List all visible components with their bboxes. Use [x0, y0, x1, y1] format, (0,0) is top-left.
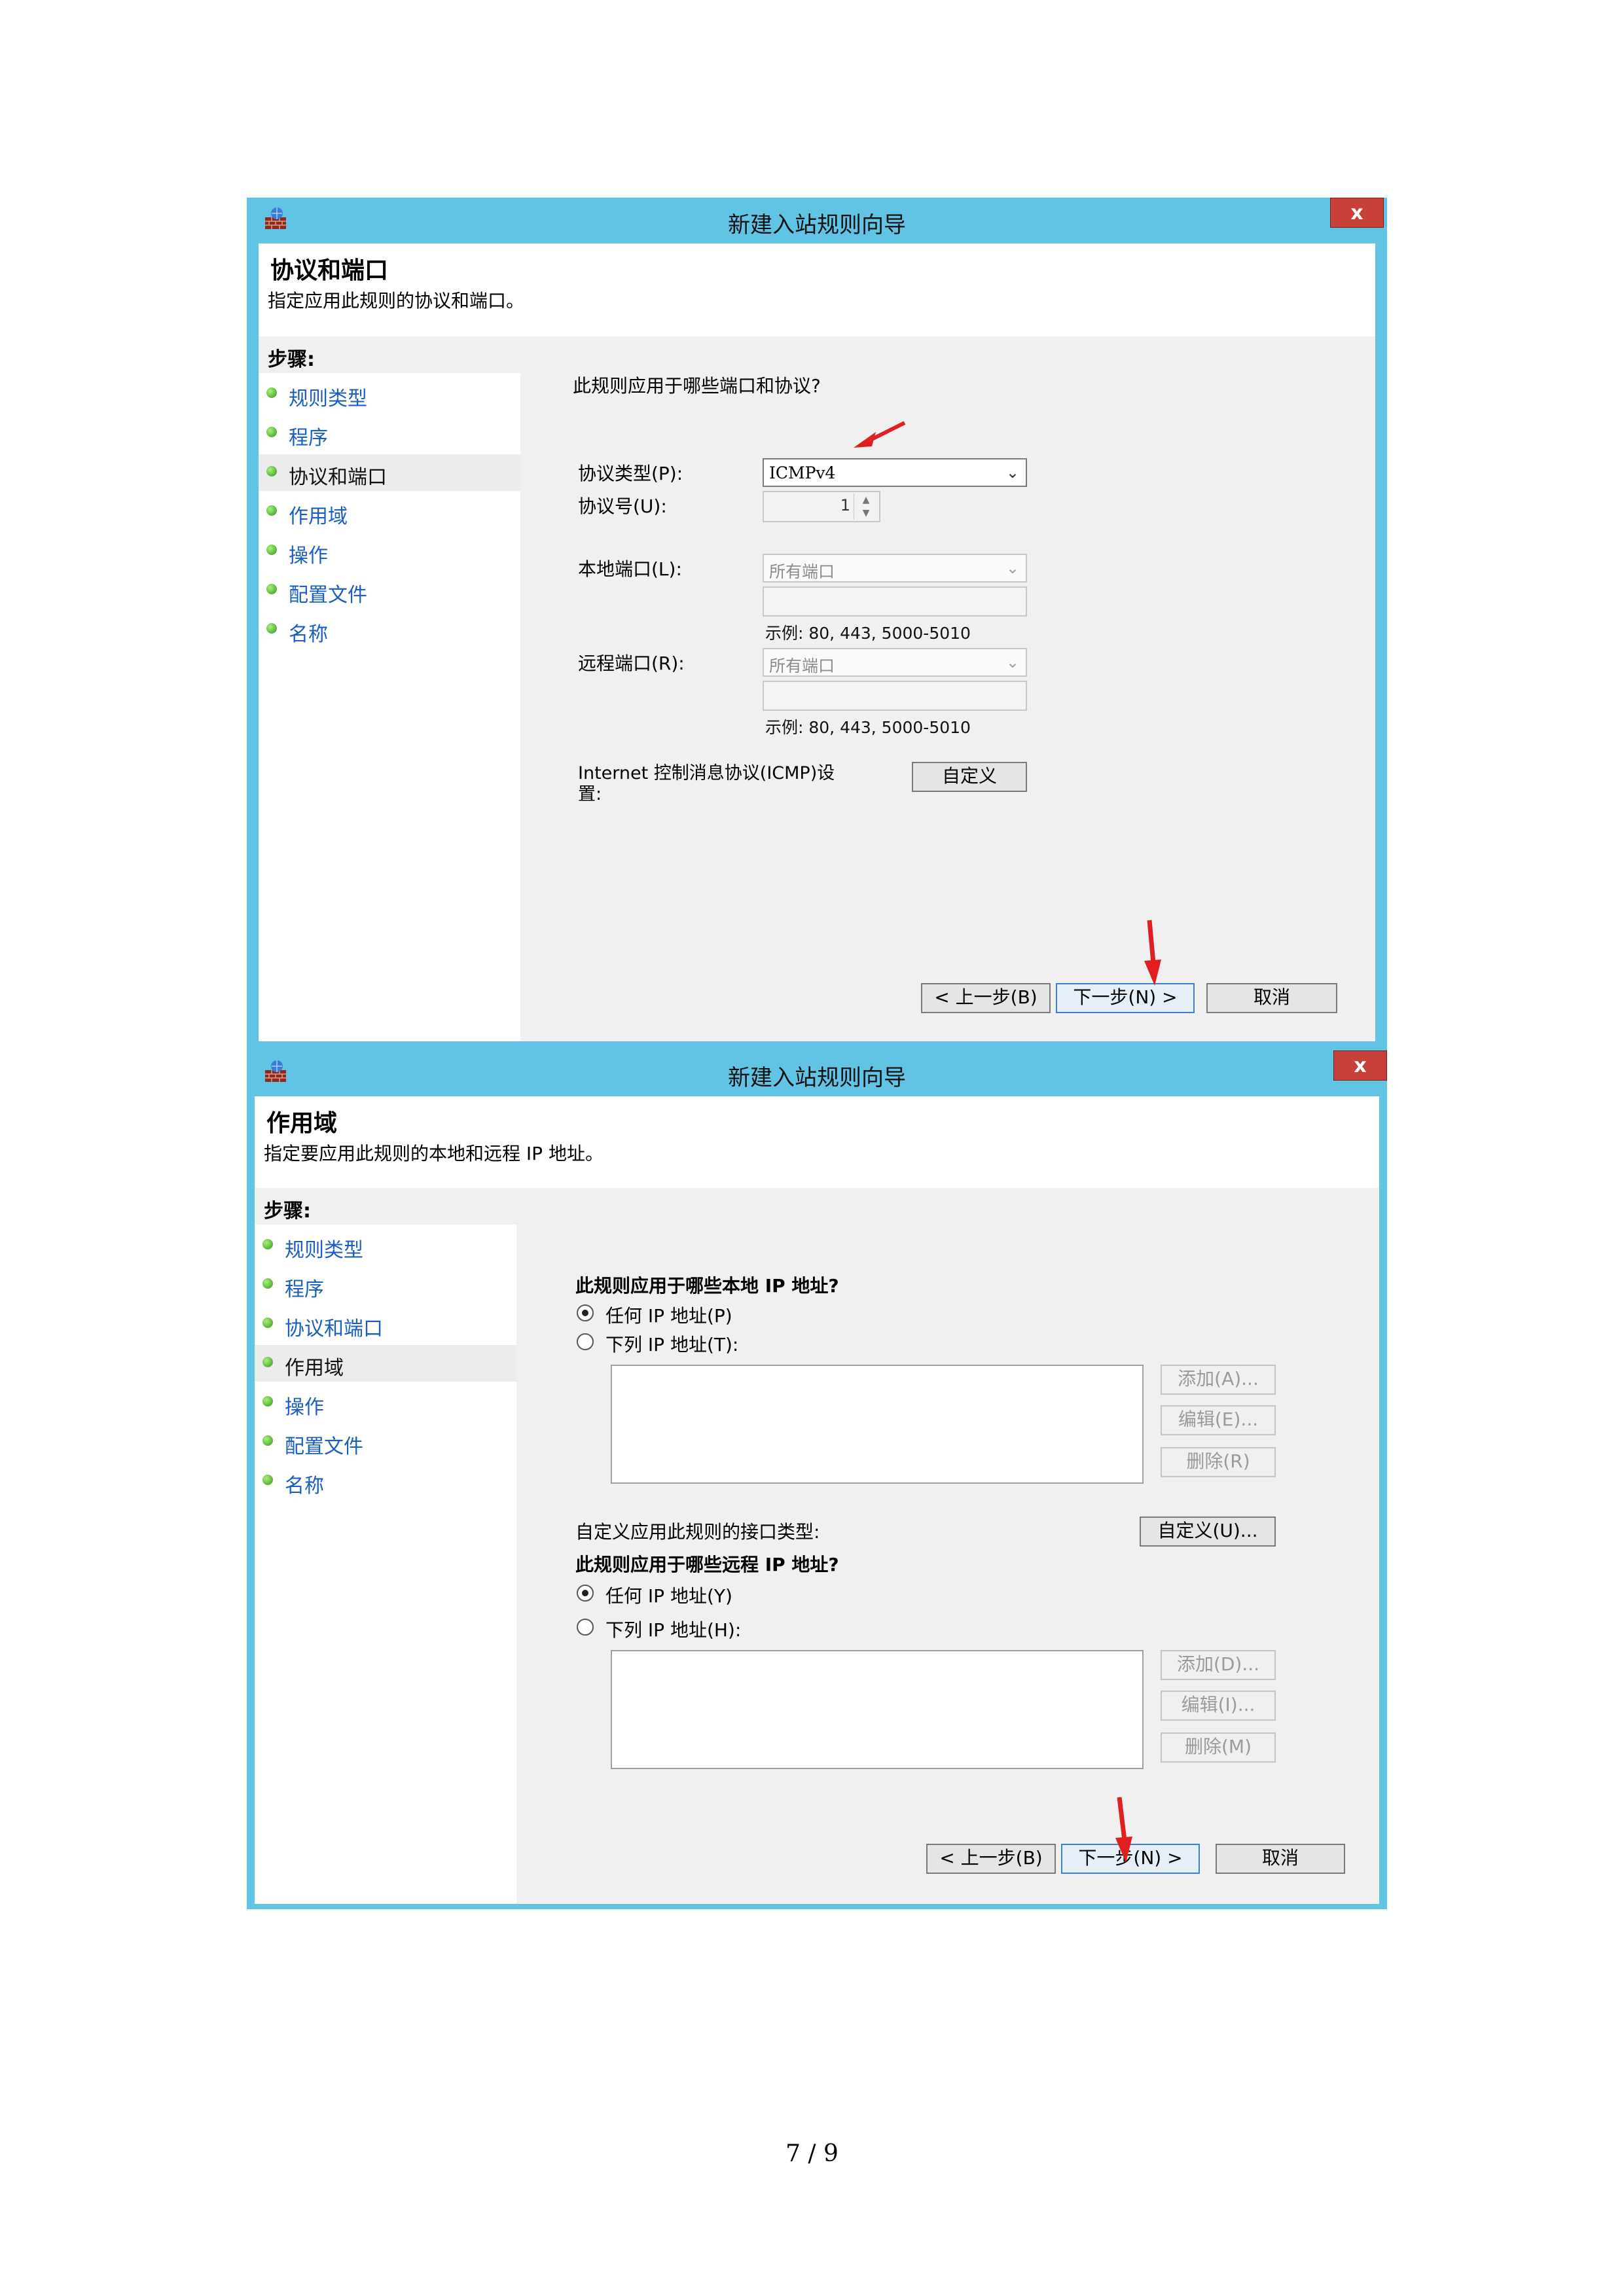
remote-port-select[interactable]: 所有端口 ⌄ [763, 648, 1027, 677]
remote-any-ip-label: 任何 IP 地址(Y) [605, 1585, 732, 1607]
wizard-window-protocol: 新建入站规则向导 x 协议和端口 指定应用此规则的协议和端口。 步骤: 规则类型… [247, 198, 1387, 1052]
client-area: 作用域 指定要应用此规则的本地和远程 IP 地址。 步骤: 规则类型 程序 协议… [255, 1096, 1379, 1904]
remote-any-ip-radio[interactable] [577, 1585, 594, 1602]
window-title: 新建入站规则向导 [728, 212, 906, 238]
wizard-window-scope: 新建入站规则向导 x 作用域 指定要应用此规则的本地和远程 IP 地址。 步骤:… [247, 1050, 1387, 1909]
wizard-header: 作用域 指定要应用此规则的本地和远程 IP 地址。 [255, 1096, 1379, 1189]
wizard-header: 协议和端口 指定应用此规则的协议和端口。 [259, 243, 1375, 338]
step-program[interactable]: 程序 [255, 1266, 516, 1303]
step-program[interactable]: 程序 [259, 415, 520, 452]
step-dot-icon [266, 623, 277, 634]
local-any-ip-label: 任何 IP 地址(P) [605, 1305, 732, 1327]
step-scope: 作用域 [255, 1345, 516, 1382]
step-profile[interactable]: 配置文件 [259, 572, 520, 609]
remote-remove-button[interactable]: 删除(M) [1161, 1732, 1276, 1763]
local-add-button[interactable]: 添加(A)... [1161, 1365, 1276, 1395]
local-any-ip-radio[interactable] [577, 1304, 594, 1321]
protocol-type-label: 协议类型(P): [578, 463, 683, 484]
cancel-button[interactable]: 取消 [1206, 983, 1337, 1013]
protocol-number-label: 协议号(U): [578, 495, 667, 517]
page-title: 协议和端口 [270, 257, 389, 284]
chevron-down-icon: ⌄ [1005, 559, 1019, 577]
step-dot-icon [262, 1357, 273, 1367]
step-dot-icon [262, 1239, 273, 1249]
step-scope[interactable]: 作用域 [259, 493, 520, 530]
step-dot-icon [262, 1278, 273, 1289]
step-dot-icon [262, 1475, 273, 1485]
cancel-button[interactable]: 取消 [1216, 1844, 1345, 1874]
remote-add-button[interactable]: 添加(D)... [1161, 1650, 1276, 1680]
step-protocol-ports: 协议和端口 [259, 454, 520, 491]
local-these-ip-radio[interactable] [577, 1333, 594, 1350]
ports-question: 此规则应用于哪些端口和协议? [573, 375, 821, 397]
step-dot-icon [266, 545, 277, 555]
annotation-arrow-icon [1144, 920, 1161, 986]
chevron-down-icon: ⌄ [1005, 463, 1019, 482]
remote-ip-list[interactable] [611, 1650, 1144, 1769]
local-ip-list[interactable] [611, 1365, 1144, 1484]
title-bar[interactable]: 新建入站规则向导 x [247, 1050, 1387, 1096]
steps-panel: 步骤: 规则类型 程序 协议和端口 作用域 操作 配置文件 名称 [255, 1188, 516, 1904]
close-button[interactable]: x [1330, 198, 1384, 228]
interface-customize-button[interactable]: 自定义(U)... [1140, 1516, 1276, 1547]
steps-heading: 步骤: [259, 336, 520, 373]
local-port-select[interactable]: 所有端口 ⌄ [763, 554, 1027, 583]
content-pane: 此规则应用于哪些端口和协议? 协议类型(P): ICMPv4 ⌄ 协议号(U):… [520, 336, 1375, 1041]
step-protocol-ports[interactable]: 协议和端口 [255, 1306, 516, 1342]
step-action[interactable]: 操作 [255, 1384, 516, 1421]
step-dot-icon [266, 387, 277, 398]
next-button[interactable]: 下一步(N) > [1056, 983, 1195, 1013]
window-title: 新建入站规则向导 [728, 1065, 906, 1091]
page-number: 7 / 9 [785, 2140, 839, 2167]
step-name[interactable]: 名称 [255, 1463, 516, 1499]
step-dot-icon [262, 1396, 273, 1407]
step-name[interactable]: 名称 [259, 611, 520, 648]
steps-panel: 步骤: 规则类型 程序 协议和端口 作用域 操作 配置文件 名称 [259, 336, 520, 1041]
local-port-label: 本地端口(L): [578, 558, 682, 580]
local-port-example: 示例: 80, 443, 5000-5010 [765, 624, 971, 643]
step-dot-icon [266, 584, 277, 594]
remote-these-ip-radio[interactable] [577, 1619, 594, 1636]
step-rule-type[interactable]: 规则类型 [259, 376, 520, 412]
icmp-customize-button[interactable]: 自定义 [912, 762, 1027, 792]
annotation-arrow-icon [1115, 1797, 1132, 1863]
remote-these-ip-label: 下列 IP 地址(H): [605, 1619, 742, 1641]
local-edit-button[interactable]: 编辑(E)... [1161, 1405, 1276, 1435]
page-title: 作用域 [266, 1110, 338, 1137]
step-dot-icon [266, 427, 277, 437]
protocol-number-stepper[interactable]: 1 ▲ ▼ [763, 491, 880, 522]
step-dot-icon [262, 1318, 273, 1328]
remote-edit-button[interactable]: 编辑(I)... [1161, 1691, 1276, 1721]
back-button[interactable]: < 上一步(B) [921, 983, 1051, 1013]
step-dot-icon [262, 1435, 273, 1446]
client-area: 协议和端口 指定应用此规则的协议和端口。 步骤: 规则类型 程序 协议和端口 作… [259, 243, 1375, 1041]
local-port-input[interactable] [763, 586, 1027, 617]
interface-types-label: 自定义应用此规则的接口类型: [575, 1521, 820, 1543]
remote-port-input[interactable] [763, 681, 1027, 711]
local-these-ip-label: 下列 IP 地址(T): [605, 1334, 739, 1355]
content-pane: 此规则应用于哪些本地 IP 地址? 任何 IP 地址(P) 下列 IP 地址(T… [516, 1188, 1379, 1904]
step-rule-type[interactable]: 规则类型 [255, 1227, 516, 1264]
step-profile[interactable]: 配置文件 [255, 1424, 516, 1460]
step-dot-icon [266, 466, 277, 476]
local-remove-button[interactable]: 删除(R) [1161, 1447, 1276, 1477]
step-action[interactable]: 操作 [259, 533, 520, 569]
remote-port-label: 远程端口(R): [578, 653, 685, 674]
steps-heading: 步骤: [255, 1188, 516, 1225]
chevron-down-icon: ⌄ [1005, 653, 1019, 672]
remote-port-example: 示例: 80, 443, 5000-5010 [765, 718, 971, 737]
back-button[interactable]: < 上一步(B) [926, 1844, 1056, 1874]
title-bar[interactable]: 新建入站规则向导 x [247, 198, 1387, 243]
step-dot-icon [266, 505, 277, 516]
local-ip-question: 此规则应用于哪些本地 IP 地址? [575, 1275, 839, 1297]
spin-arrows-icon[interactable]: ▲ ▼ [854, 493, 878, 520]
remote-ip-question: 此规则应用于哪些远程 IP 地址? [575, 1554, 839, 1575]
icmp-settings-label: Internet 控制消息协议(ICMP)设 置: [578, 763, 835, 804]
page-subtitle: 指定要应用此规则的本地和远程 IP 地址。 [264, 1143, 604, 1164]
close-button[interactable]: x [1333, 1050, 1387, 1081]
protocol-type-select[interactable]: ICMPv4 ⌄ [763, 458, 1027, 487]
page-subtitle: 指定应用此规则的协议和端口。 [268, 290, 525, 312]
annotation-arrow-icon [854, 421, 906, 448]
